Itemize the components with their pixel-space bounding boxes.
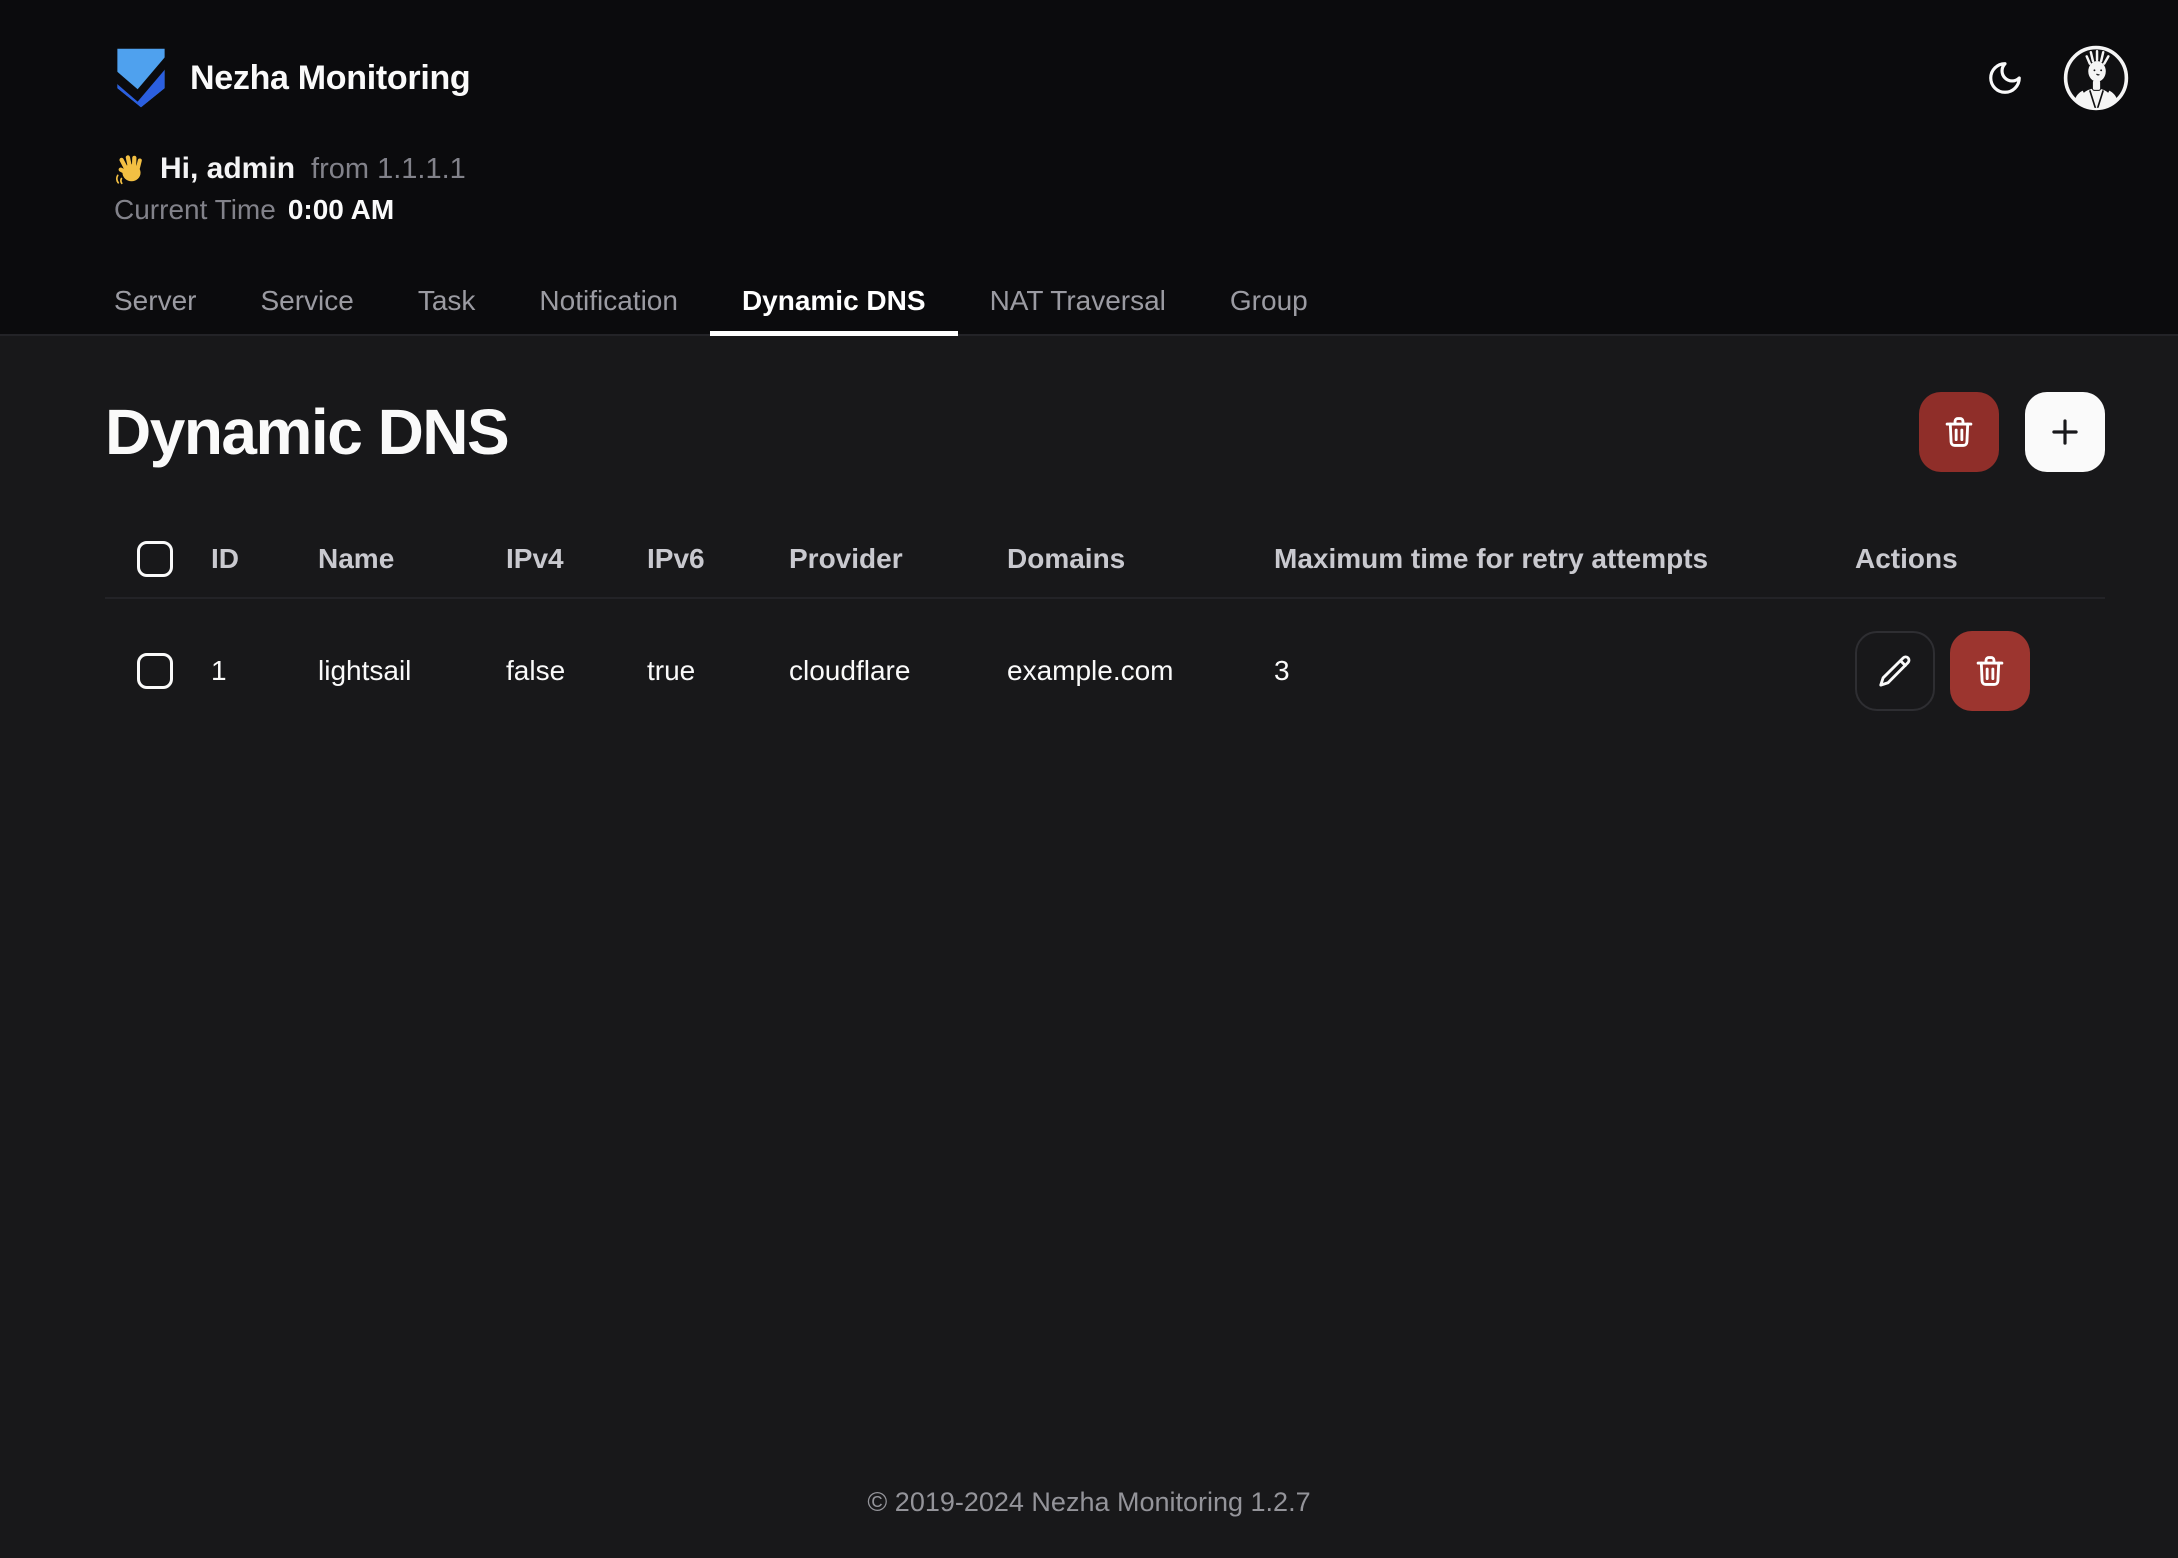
trash-icon: [1971, 652, 2009, 690]
select-all-checkbox[interactable]: [137, 541, 173, 577]
avatar[interactable]: [2062, 44, 2130, 112]
row-actions: [1855, 631, 2105, 711]
plus-icon: [2046, 413, 2084, 451]
column-header-id: ID: [179, 520, 286, 598]
row-checkbox[interactable]: [137, 653, 173, 689]
tab-group[interactable]: Group: [1198, 268, 1340, 334]
topbar-right: [1986, 44, 2130, 112]
tab-notification[interactable]: Notification: [507, 268, 710, 334]
cell-provider: cloudflare: [757, 598, 975, 743]
column-header-name: Name: [286, 520, 474, 598]
edit-record-button[interactable]: [1855, 631, 1935, 711]
main-content: Dynamic DNS: [0, 336, 2178, 1461]
tab-service[interactable]: Service: [228, 268, 385, 334]
theme-toggle-button[interactable]: [1986, 59, 2024, 97]
trash-icon: [1940, 413, 1978, 451]
column-header-actions: Actions: [1823, 520, 2105, 598]
greeting-from: from 1.1.1.1: [311, 153, 466, 186]
app-root: Nezha Monitoring: [0, 0, 2178, 1558]
column-header-ipv6: IPv6: [615, 520, 757, 598]
tab-task[interactable]: Task: [386, 268, 508, 334]
cell-ipv4: false: [474, 598, 615, 743]
cell-max-retry: 3: [1242, 598, 1823, 743]
column-header-domains: Domains: [975, 520, 1242, 598]
copyright-text: © 2019-2024 Nezha Monitoring 1.2.7: [867, 1487, 1310, 1517]
user-avatar-icon: [2062, 44, 2130, 112]
greeting-line: Hi, admin from 1.1.1.1: [114, 152, 2178, 186]
cell-domains: example.com: [975, 598, 1242, 743]
topbar: Nezha Monitoring: [0, 0, 2178, 112]
brand[interactable]: Nezha Monitoring: [114, 46, 470, 110]
delete-record-button[interactable]: [1950, 631, 2030, 711]
column-header-ipv4: IPv4: [474, 520, 615, 598]
page-actions: [1919, 392, 2105, 472]
add-record-button[interactable]: [2025, 392, 2105, 472]
brand-name: Nezha Monitoring: [190, 59, 470, 98]
table-header-row: ID Name IPv4 IPv6 Provider Domains Maxim…: [105, 520, 2105, 598]
pencil-icon: [1876, 652, 1914, 690]
shield-check-logo-icon: [114, 46, 168, 110]
cell-name: lightsail: [286, 598, 474, 743]
greeting: Hi, admin from 1.1.1.1 Current Time 0:00…: [114, 152, 2178, 226]
cell-ipv6: true: [615, 598, 757, 743]
tab-dynamic-dns[interactable]: Dynamic DNS: [710, 268, 958, 334]
table-row: 1 lightsail false true cloudflare exampl…: [105, 598, 2105, 743]
current-time-label: Current Time: [114, 194, 276, 226]
tab-nat-traversal[interactable]: NAT Traversal: [958, 268, 1198, 334]
ddns-table: ID Name IPv4 IPv6 Provider Domains Maxim…: [105, 520, 2105, 743]
waving-hand-icon: [114, 152, 148, 186]
header: Nezha Monitoring: [0, 0, 2178, 336]
greeting-hi: Hi, admin: [160, 152, 295, 186]
tab-server[interactable]: Server: [82, 268, 228, 334]
column-header-provider: Provider: [757, 520, 975, 598]
current-time-value: 0:00 AM: [288, 194, 394, 226]
bulk-delete-button[interactable]: [1919, 392, 1999, 472]
column-header-max-retry: Maximum time for retry attempts: [1242, 520, 1823, 598]
page-title: Dynamic DNS: [105, 395, 508, 469]
footer: © 2019-2024 Nezha Monitoring 1.2.7: [0, 1461, 2178, 1558]
main-nav: Server Service Task Notification Dynamic…: [0, 268, 2178, 334]
page-head: Dynamic DNS: [105, 392, 2105, 472]
current-time: Current Time 0:00 AM: [114, 194, 2178, 226]
moon-icon: [1986, 59, 2024, 97]
cell-id: 1: [179, 598, 286, 743]
